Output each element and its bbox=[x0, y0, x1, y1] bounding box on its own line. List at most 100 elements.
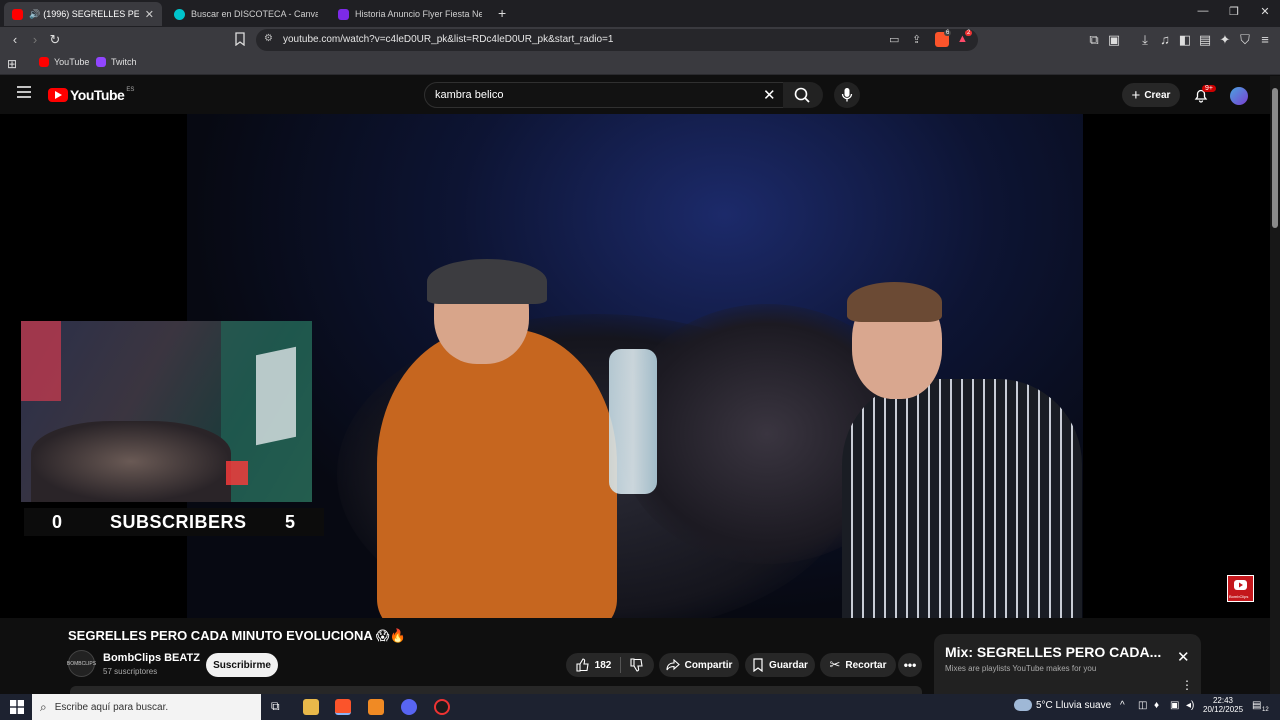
save-button[interactable]: Guardar bbox=[745, 653, 815, 677]
scrollbar-thumb[interactable] bbox=[1272, 88, 1278, 228]
clock-time: 22:43 bbox=[1212, 696, 1234, 705]
brave-browser-icon[interactable] bbox=[335, 699, 351, 715]
brave-wallet-icon[interactable]: ▤ bbox=[1197, 32, 1213, 48]
bookmark-twitch[interactable]: Twitch bbox=[96, 57, 137, 67]
orange-jacket-shape bbox=[377, 329, 617, 618]
youtube-header: YouTube ES kambra belico ✕ + Crear 9+ bbox=[0, 76, 1270, 114]
forward-icon[interactable]: › bbox=[27, 32, 43, 48]
thumbs-up-icon bbox=[576, 658, 589, 672]
mic-tray-icon[interactable]: ♦ bbox=[1154, 700, 1159, 711]
more-horizontal-icon: ••• bbox=[903, 658, 917, 672]
create-button[interactable]: + Crear bbox=[1122, 83, 1180, 107]
share-page-icon[interactable]: ⇪ bbox=[912, 33, 921, 46]
windows-start-icon[interactable] bbox=[10, 700, 24, 714]
taskbar-search-input[interactable]: ⌕ Escribe aquí para buscar. bbox=[32, 694, 261, 720]
sidebar-icon[interactable]: ◧ bbox=[1177, 32, 1193, 48]
microphone-icon bbox=[841, 88, 853, 102]
clip-button[interactable]: ✂ Recortar bbox=[820, 653, 896, 677]
page-scrollbar[interactable] bbox=[1270, 76, 1280, 694]
music-icon[interactable]: ♫ bbox=[1157, 32, 1173, 48]
minimize-window-icon[interactable]: — bbox=[1193, 5, 1213, 17]
shields-badge: 6 bbox=[944, 30, 952, 36]
close-window-icon[interactable]: ✕ bbox=[1255, 5, 1275, 18]
tray-chevron-icon[interactable]: ^ bbox=[1120, 700, 1125, 711]
video-player[interactable]: 0 SUBSCRIBERS 5 BombClips bbox=[0, 114, 1270, 618]
mix-more-vertical-icon[interactable]: ⋮ bbox=[1181, 678, 1193, 692]
picture-in-picture-overlay bbox=[21, 321, 312, 502]
dislike-button[interactable] bbox=[630, 658, 644, 672]
app-triangle-icon[interactable] bbox=[368, 699, 384, 715]
channel-avatar[interactable]: BOMBCLIPS bbox=[67, 650, 96, 677]
tab-title: (1996) SEGRELLES PERO CADA bbox=[43, 9, 139, 19]
new-tab-button[interactable]: + bbox=[498, 5, 506, 21]
voice-search-button[interactable] bbox=[834, 82, 860, 108]
counter-right-value: 5 bbox=[285, 512, 296, 532]
restore-window-icon[interactable]: ❐ bbox=[1224, 5, 1244, 18]
youtube-play-logo-icon bbox=[48, 88, 68, 102]
notification-center-icon[interactable]: ▤ bbox=[1252, 700, 1261, 711]
weather-cloud-icon[interactable] bbox=[1014, 699, 1032, 711]
file-explorer-icon[interactable] bbox=[303, 699, 319, 715]
leo-ai-icon[interactable]: ✦ bbox=[1217, 32, 1233, 48]
browser-tab-strip: 🔊 (1996) SEGRELLES PERO CADA ✕ Buscar en… bbox=[0, 0, 1280, 27]
account-avatar[interactable] bbox=[1230, 87, 1248, 105]
windows-taskbar: ⌕ Escribe aquí para buscar. ⧉ 5°C Lluvia… bbox=[0, 694, 1280, 720]
cast-icon[interactable]: ▭ bbox=[889, 33, 899, 46]
close-mix-icon[interactable]: ✕ bbox=[1177, 648, 1190, 666]
twitch-favicon-icon bbox=[96, 57, 106, 67]
screen-shape bbox=[256, 346, 296, 446]
site-info-icon[interactable]: ⚙ bbox=[264, 33, 273, 44]
vpn-icon[interactable]: ⛉ bbox=[1237, 32, 1253, 48]
address-bar[interactable]: ⚙ youtube.com/watch?v=c4leD0UR_pk&list=R… bbox=[256, 29, 978, 51]
notification-count: 12 bbox=[1262, 707, 1269, 713]
close-tab-icon[interactable]: ✕ bbox=[145, 8, 154, 21]
downloads-icon[interactable]: ⤓ bbox=[1137, 32, 1153, 48]
clock[interactable]: 22:43 20/12/2025 bbox=[1203, 696, 1243, 714]
notification-badge: 9+ bbox=[1202, 85, 1216, 92]
search-input[interactable]: kambra belico ✕ bbox=[424, 82, 784, 108]
youtube-logo[interactable]: YouTube ES bbox=[48, 87, 134, 103]
weather-text[interactable]: 5°C Lluvia suave bbox=[1036, 700, 1111, 711]
save-icon bbox=[753, 658, 763, 672]
apps-grid-icon[interactable]: ⊞ bbox=[7, 57, 17, 71]
task-view-icon[interactable]: ⧉ bbox=[271, 699, 280, 714]
more-actions-button[interactable]: ••• bbox=[898, 653, 922, 677]
thumbs-down-icon bbox=[630, 658, 643, 672]
like-dislike-group: 182 bbox=[566, 653, 654, 677]
tab-canva[interactable]: Buscar en DISCOTECA - Canva bbox=[166, 2, 326, 26]
tab-canva-flyer[interactable]: Historia Anuncio Flyer Fiesta Neon Pe bbox=[330, 2, 490, 26]
bookmark-icon[interactable] bbox=[234, 32, 250, 48]
channel-watermark[interactable]: BombClips bbox=[1227, 575, 1254, 602]
search-query-text: kambra belico bbox=[435, 89, 504, 101]
striped-shirt-shape bbox=[842, 379, 1082, 618]
browser-toolbar: ‹ › ↻ ⚙ youtube.com/watch?v=c4leD0UR_pk&… bbox=[0, 27, 1280, 53]
menu-icon[interactable]: ≡ bbox=[1257, 32, 1273, 48]
wifi-icon[interactable]: ▣ bbox=[1170, 700, 1179, 711]
channel-name[interactable]: BombClips BEATZ bbox=[103, 652, 200, 664]
tab-title: Historia Anuncio Flyer Fiesta Neon Pe bbox=[355, 9, 482, 19]
back-icon[interactable]: ‹ bbox=[7, 32, 23, 48]
app-circle-icon[interactable] bbox=[434, 699, 450, 715]
discord-icon[interactable] bbox=[401, 699, 417, 715]
network-icon[interactable]: ◫ bbox=[1138, 700, 1147, 711]
hamburger-menu-icon[interactable] bbox=[17, 86, 31, 98]
like-count: 182 bbox=[594, 659, 612, 671]
like-button[interactable]: 182 bbox=[576, 658, 612, 672]
seated-people-shape bbox=[31, 421, 231, 502]
canva-favicon-icon bbox=[174, 8, 185, 20]
audio-playing-icon[interactable]: 🔊 bbox=[29, 9, 40, 20]
search-placeholder: Escribe aquí para buscar. bbox=[54, 701, 169, 713]
search-button[interactable] bbox=[783, 82, 823, 108]
mix-title[interactable]: Mix: SEGRELLES PERO CADA... bbox=[945, 644, 1161, 660]
bookmark-youtube[interactable]: YouTube bbox=[39, 57, 89, 67]
bookmark-label: YouTube bbox=[54, 57, 90, 67]
volume-icon[interactable]: ◂) bbox=[1186, 700, 1194, 711]
wallet-icon[interactable]: ▣ bbox=[1106, 32, 1122, 48]
clear-search-icon[interactable]: ✕ bbox=[763, 86, 776, 104]
share-button[interactable]: Compartir bbox=[659, 653, 739, 677]
subscribe-button[interactable]: Suscribirme bbox=[206, 653, 278, 677]
reload-icon[interactable]: ↻ bbox=[47, 32, 63, 48]
extensions-icon[interactable]: ⧉ bbox=[1086, 32, 1102, 48]
save-label: Guardar bbox=[769, 659, 808, 671]
tab-youtube[interactable]: 🔊 (1996) SEGRELLES PERO CADA ✕ bbox=[4, 2, 162, 26]
